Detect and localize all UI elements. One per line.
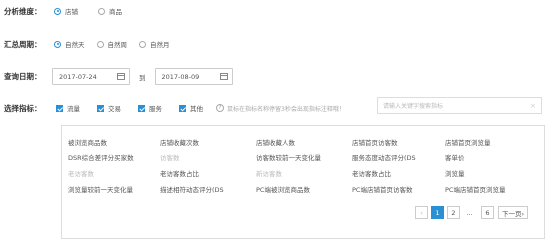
- period-row: 汇总周期： 自然天 自然周 自然月: [0, 37, 182, 51]
- metric-item[interactable]: 访客数: [160, 152, 180, 162]
- metric-item[interactable]: 新访客数: [256, 168, 282, 178]
- pagination-prev-button[interactable]: ‹: [415, 206, 428, 219]
- metric-item[interactable]: 老访客数占比: [160, 168, 199, 178]
- metric-item[interactable]: PC端被浏览商品数: [256, 184, 310, 194]
- radio-natural-day-label: 自然天: [65, 41, 85, 49]
- pagination-ellipsis: ...: [466, 208, 473, 217]
- dimension-row: 分析维度： 店铺 商品: [0, 4, 134, 18]
- metrics-hint-text: 鼠标在指标名称停留3秒会出现指标注释哦！: [227, 105, 345, 113]
- radio-circle[interactable]: [98, 7, 105, 15]
- pagination-page-1[interactable]: 1: [431, 206, 444, 219]
- radio-natural-day[interactable]: 自然天: [54, 39, 85, 49]
- radio-circle[interactable]: [96, 40, 104, 48]
- metrics-hint: ? 鼠标在指标名称停留3秒会出现指标注释哦！: [216, 104, 345, 113]
- radio-circle[interactable]: [54, 40, 61, 48]
- start-date-value: 2017-07-24: [59, 72, 97, 81]
- metric-item[interactable]: 店铺首页浏览量: [445, 137, 491, 147]
- dimension-label: 分析维度：: [4, 6, 42, 16]
- checkbox-box[interactable]: [179, 104, 186, 112]
- checkbox-trade[interactable]: 交易: [97, 103, 121, 113]
- metric-item[interactable]: 老访客数占比: [352, 168, 391, 178]
- date-row: 查询日期： 2017-07-24 到 2017-08-09: [0, 68, 233, 85]
- pagination-next-button[interactable]: 下一页›: [498, 206, 528, 219]
- metric-item[interactable]: 老访客数: [68, 168, 94, 178]
- checkbox-trade-label: 交易: [108, 105, 121, 113]
- metric-list-panel: 被浏览商品数 店铺收藏次数 店铺收藏人数 店铺首页访客数 店铺首页浏览量 DSR综合差评分…: [61, 125, 545, 239]
- calendar-icon[interactable]: [219, 73, 228, 80]
- metric-item[interactable]: PC端店铺首页访客数: [352, 184, 412, 194]
- metric-search-input[interactable]: 请输入关键字搜索指标 ×: [377, 97, 542, 114]
- pagination-page-2[interactable]: 2: [447, 206, 460, 219]
- clear-icon[interactable]: ×: [530, 102, 536, 110]
- metric-search-placeholder: 请输入关键字搜索指标: [383, 103, 444, 110]
- question-icon: ?: [216, 104, 224, 112]
- metric-item[interactable]: 店铺首页访客数: [352, 137, 398, 147]
- metrics-label: 选择指标：: [4, 103, 42, 113]
- radio-shop-label: 店铺: [65, 8, 78, 16]
- metric-item[interactable]: 描述相符动态评分(DS: [160, 184, 224, 194]
- checkbox-other[interactable]: 其他: [179, 103, 203, 113]
- pagination-page-6[interactable]: 6: [481, 206, 494, 219]
- metric-item[interactable]: 店铺收藏人数: [256, 137, 295, 147]
- metric-item[interactable]: 店铺收藏次数: [160, 137, 199, 147]
- radio-natural-month-label: 自然月: [150, 41, 170, 49]
- end-date-value: 2017-08-09: [161, 72, 200, 81]
- radio-circle[interactable]: [54, 7, 61, 15]
- radio-product-label: 商品: [109, 8, 122, 16]
- metric-item[interactable]: DSR综合差评分买家数: [68, 152, 134, 162]
- radio-natural-week[interactable]: 自然周: [96, 39, 128, 49]
- checkbox-traffic[interactable]: 流量: [56, 103, 80, 113]
- metrics-row: 选择指标： 流量 交易 服务 其他 ? 鼠标在指标名称停留3秒会出现指标注释哦！: [0, 101, 345, 115]
- end-date-input[interactable]: 2017-08-09: [154, 68, 233, 85]
- checkbox-box[interactable]: [138, 104, 145, 112]
- radio-product[interactable]: 商品: [98, 6, 122, 16]
- metric-item[interactable]: 浏览量: [445, 168, 465, 178]
- checkbox-service-label: 服务: [149, 105, 162, 113]
- checkbox-traffic-label: 流量: [67, 105, 80, 113]
- checkbox-box[interactable]: [56, 104, 63, 112]
- metric-item[interactable]: 访客数较前一天变化量: [256, 152, 321, 162]
- date-label: 查询日期：: [4, 72, 42, 81]
- radio-shop[interactable]: 店铺: [54, 6, 78, 16]
- metric-item[interactable]: 客单价: [445, 152, 465, 162]
- radio-circle[interactable]: [139, 40, 146, 48]
- checkbox-service[interactable]: 服务: [138, 103, 162, 113]
- start-date-input[interactable]: 2017-07-24: [52, 68, 130, 85]
- radio-natural-week-label: 自然周: [107, 41, 128, 49]
- calendar-icon[interactable]: [117, 73, 125, 80]
- metric-item[interactable]: PC端店铺首页浏览量: [445, 184, 505, 194]
- metric-item[interactable]: 被浏览商品数: [68, 137, 107, 147]
- metric-item[interactable]: 服务态度动态评分(DS: [352, 152, 416, 162]
- date-separator: 到: [139, 73, 146, 82]
- checkbox-box[interactable]: [97, 104, 104, 112]
- checkbox-other-label: 其他: [190, 105, 203, 113]
- metric-item[interactable]: 浏览量较前一天变化量: [68, 184, 133, 194]
- period-label: 汇总周期：: [4, 39, 42, 49]
- radio-natural-month[interactable]: 自然月: [139, 39, 170, 49]
